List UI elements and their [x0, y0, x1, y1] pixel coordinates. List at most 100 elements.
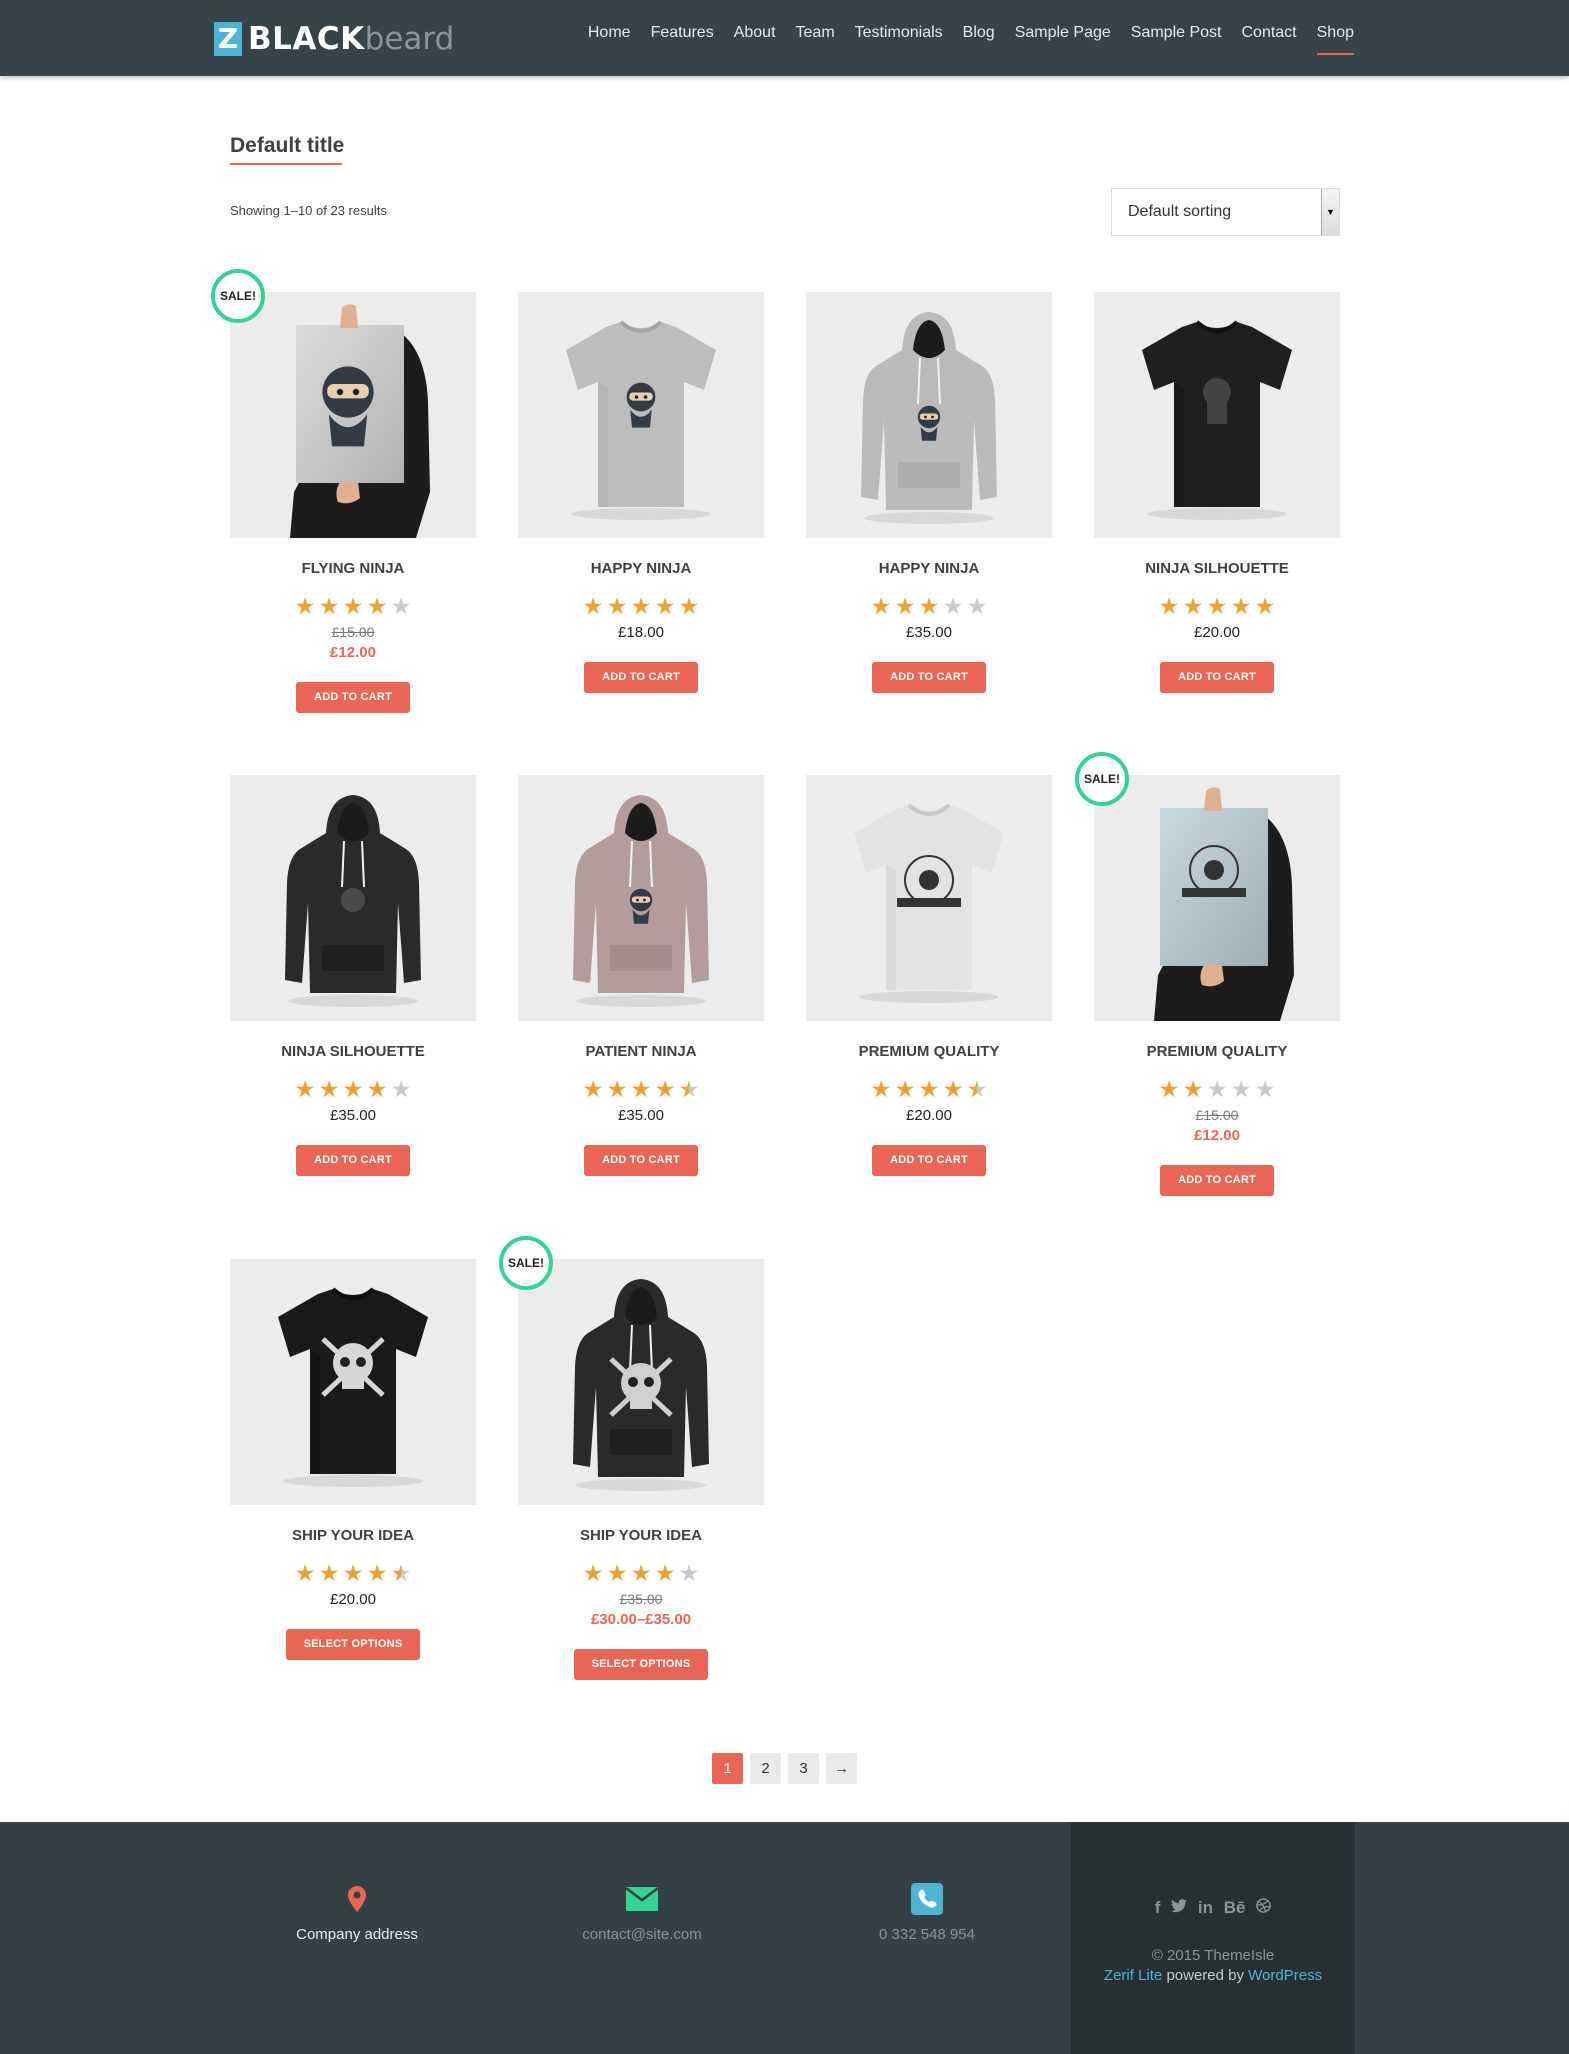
product-image[interactable]	[1094, 775, 1340, 1021]
product-title[interactable]: Happy Ninja	[518, 560, 764, 580]
star-icon: ★	[366, 593, 388, 619]
product-image[interactable]	[230, 775, 476, 1021]
product-card[interactable]: Flying Ninja ★ ★ ★ ★ ★ £15.00 £12.00 Add to cart	[230, 292, 476, 713]
select-options-button[interactable]: Select options	[573, 1649, 709, 1680]
nav-sample-post[interactable]: Sample Post	[1131, 24, 1222, 54]
add-to-cart-button[interactable]: Add to cart	[1160, 662, 1274, 693]
product-regular-price: £15.00	[331, 624, 375, 640]
product-image[interactable]	[230, 1259, 476, 1505]
product-title[interactable]: Ship Your Idea	[518, 1527, 764, 1547]
product-rating: ★ ★ ★ ★ ★	[230, 1561, 476, 1585]
star-icon: ★	[342, 1076, 364, 1102]
add-to-cart-button[interactable]: Add to cart	[872, 662, 986, 693]
star-icon: ★	[1158, 1076, 1180, 1102]
add-to-cart-button[interactable]: Add to cart	[296, 682, 410, 713]
nav-features[interactable]: Features	[651, 24, 714, 54]
product-image[interactable]	[806, 292, 1052, 538]
product-image[interactable]	[518, 292, 764, 538]
product-card[interactable]: Ship Your Idea ★ ★ ★ ★ ★ £35.00 £30.00–£35.00 Se…	[518, 1259, 764, 1680]
nav-home[interactable]: Home	[588, 24, 631, 54]
twitter-icon[interactable]	[1171, 1898, 1188, 1917]
caret-down-icon[interactable]: ▼	[1321, 189, 1339, 235]
linkedin-icon[interactable]: in	[1198, 1898, 1213, 1917]
product-card[interactable]: Patient Ninja ★ ★ ★ ★ ★ £35.00 Add to cart	[518, 775, 764, 1176]
product-card[interactable]: Ninja Silhouette ★ ★ ★ ★ ★ £35.00 Add to cart	[230, 775, 476, 1176]
site-logo[interactable]: Z BLACK beard	[214, 21, 455, 57]
star-icon: ★	[654, 1076, 676, 1102]
star-icon: ★	[654, 593, 676, 619]
page-1-link[interactable]: 1	[712, 1753, 743, 1784]
star-icon: ★	[318, 593, 340, 619]
next-page-link[interactable]: →	[826, 1753, 857, 1784]
product-image[interactable]	[518, 775, 764, 1021]
product-image[interactable]	[806, 775, 1052, 1021]
star-icon: ★	[1254, 593, 1276, 619]
star-icon: ★	[870, 593, 892, 619]
product-rating: ★ ★ ★ ★ ★	[1094, 1077, 1340, 1101]
add-to-cart-button[interactable]: Add to cart	[872, 1145, 986, 1176]
product-title[interactable]: Patient Ninja	[518, 1043, 764, 1063]
star-icon: ★	[1230, 1076, 1252, 1102]
nav-shop[interactable]: Shop	[1316, 24, 1355, 55]
product-title[interactable]: Ninja Silhouette	[1094, 560, 1340, 580]
product-image[interactable]	[518, 1259, 764, 1505]
add-to-cart-button[interactable]: Add to cart	[296, 1145, 410, 1176]
star-icon: ★	[582, 593, 604, 619]
map-pin-icon	[257, 1884, 457, 1914]
sorting-select[interactable]: Default sorting ▼	[1111, 188, 1340, 236]
nav-testimonials[interactable]: Testimonials	[855, 24, 943, 54]
star-icon: ★	[342, 1560, 364, 1586]
product-card[interactable]: Ninja Silhouette ★ ★ ★ ★ ★ £20.00 Add to cart	[1094, 292, 1340, 693]
main-navigation: Home Features About Team Testimonials Bl…	[568, 24, 1355, 55]
product-card[interactable]: Premium Quality ★ ★ ★ ★ ★ £15.00 £12.00 Add to c…	[1094, 775, 1340, 1196]
star-icon: ★	[294, 1076, 316, 1102]
add-to-cart-button[interactable]: Add to cart	[1160, 1165, 1274, 1196]
star-icon: ★	[606, 593, 628, 619]
logo-text-light: beard	[364, 21, 455, 57]
nav-blog[interactable]: Blog	[963, 24, 995, 54]
result-count: Showing 1–10 of 23 results	[230, 203, 387, 218]
facebook-icon[interactable]: f	[1155, 1898, 1161, 1917]
product-price: £35.00	[330, 1107, 376, 1124]
select-options-button[interactable]: Select options	[285, 1629, 421, 1660]
footer-address-text: Company address	[296, 1926, 418, 1943]
theme-link[interactable]: Zerif Lite	[1104, 1967, 1162, 1984]
product-card[interactable]: Premium Quality ★ ★ ★ ★ ★ £20.00 Add to cart	[806, 775, 1052, 1176]
nav-team[interactable]: Team	[796, 24, 835, 54]
add-to-cart-button[interactable]: Add to cart	[584, 1145, 698, 1176]
product-rating: ★ ★ ★ ★ ★	[1094, 594, 1340, 618]
star-icon: ★	[318, 1076, 340, 1102]
footer-email-text[interactable]: contact@site.com	[542, 1926, 742, 1943]
product-title[interactable]: Ship Your Idea	[230, 1527, 476, 1547]
product-title[interactable]: Premium Quality	[806, 1043, 1052, 1063]
page-2-link[interactable]: 2	[750, 1753, 781, 1784]
star-icon: ★	[390, 1560, 412, 1586]
product-image[interactable]	[1094, 292, 1340, 538]
product-title[interactable]: Happy Ninja	[806, 560, 1052, 580]
product-title[interactable]: Premium Quality	[1094, 1043, 1340, 1063]
star-icon: ★	[606, 1560, 628, 1586]
footer-phone-text[interactable]: 0 332 548 954	[827, 1926, 1027, 1943]
star-icon: ★	[918, 1076, 940, 1102]
product-image[interactable]	[230, 292, 476, 538]
product-sale-price: £12.00	[330, 644, 376, 661]
product-price: £20.00	[906, 1107, 952, 1124]
product-title[interactable]: Ninja Silhouette	[230, 1043, 476, 1063]
wordpress-link[interactable]: WordPress	[1248, 1967, 1322, 1984]
dribbble-icon[interactable]	[1256, 1898, 1272, 1917]
product-card[interactable]: Happy Ninja ★ ★ ★ ★ ★ £18.00 Add to cart	[518, 292, 764, 693]
product-title[interactable]: Flying Ninja	[230, 560, 476, 580]
nav-contact[interactable]: Contact	[1241, 24, 1296, 54]
product-card[interactable]: Happy Ninja ★ ★ ★ ★ ★ £35.00 Add to cart	[806, 292, 1052, 693]
star-icon: ★	[966, 593, 988, 619]
copyright-text: © 2015 ThemeIsle	[1151, 1947, 1275, 1964]
star-icon: ★	[342, 593, 364, 619]
nav-sample-page[interactable]: Sample Page	[1015, 24, 1111, 54]
behance-icon[interactable]: Bē	[1224, 1898, 1246, 1917]
nav-about[interactable]: About	[734, 24, 776, 54]
product-rating: ★ ★ ★ ★ ★	[230, 1077, 476, 1101]
product-card[interactable]: Ship Your Idea ★ ★ ★ ★ ★ £20.00 Select options	[230, 1259, 476, 1660]
add-to-cart-button[interactable]: Add to cart	[584, 662, 698, 693]
page-3-link[interactable]: 3	[788, 1753, 819, 1784]
site-footer: Company address contact@site.com 0 332 5…	[0, 1822, 1569, 2054]
